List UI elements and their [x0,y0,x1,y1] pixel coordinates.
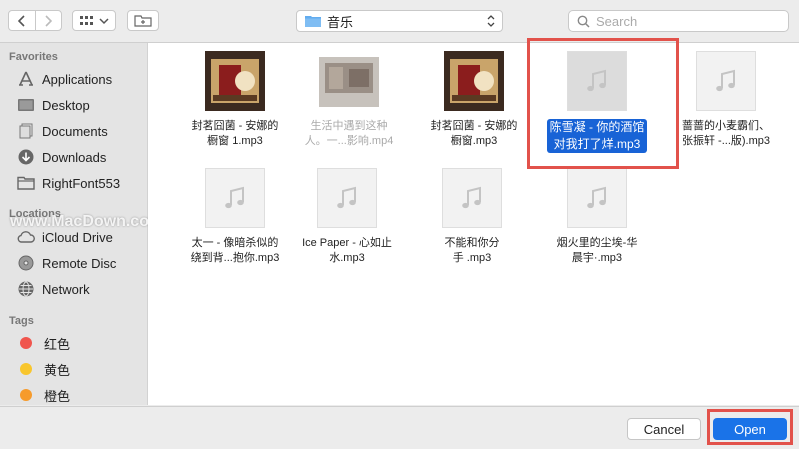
sidebar: Favorites Applications Desktop Documents… [0,43,148,405]
tags-header: Tags [9,315,34,327]
music-note-icon [587,186,606,209]
music-file-thumbnail [317,168,377,228]
cloud-icon [16,229,36,245]
album-art-icon [205,51,265,111]
sidebar-item-downloads[interactable]: Downloads [16,147,106,167]
location-label: 音乐 [327,14,354,30]
chevron-right-icon [45,14,53,27]
footer-bar: Cancel Open [0,406,799,449]
view-mode-button[interactable] [72,10,116,31]
file-name: 生活中遇到这种 人。一...影响.mp4 [304,120,394,147]
sidebar-item-label: 橙色 [44,388,71,404]
file-item[interactable]: 封茗囧菌 - 安娜的 橱窗.mp3 [414,51,534,149]
back-button[interactable] [9,11,35,30]
updown-chevron-icon [487,15,495,27]
music-note-icon [337,186,356,209]
location-popup[interactable]: 音乐 [296,10,503,32]
forward-button[interactable] [34,11,62,30]
documents-icon [16,123,36,139]
file-name: 封茗囧菌 - 安娜的 橱窗.mp3 [430,120,518,147]
favorites-header: Favorites [9,51,58,63]
music-file-thumbnail [567,168,627,228]
search-placeholder: Search [596,13,638,29]
grid-icon [79,15,93,25]
file-browser: 封茗囧菌 - 安娜的 橱窗 1.mp3 生活中遇到这种 人。一...影响.mp4 封… [148,43,799,405]
search-icon [577,15,590,28]
sidebar-item-rightfont553[interactable]: RightFont553 [16,173,120,193]
sidebar-tag-red[interactable]: 红色 [16,333,70,353]
folder-icon [305,16,321,27]
file-item[interactable]: 封茗囧菌 - 安娜的 橱窗 1.mp3 [175,51,295,149]
music-note-icon [225,186,244,209]
folder-icon [16,175,36,191]
yellow-tag-dot [20,363,32,375]
toolbar: 音乐 Search [0,0,799,43]
file-name: 烟火里的尘埃-华 晨宇·.mp3 [556,237,638,264]
file-item[interactable]: 太一 - 像暗杀似的 绕到背...抱你.mp3 [175,168,295,266]
album-art-thumbnail [444,51,504,111]
sidebar-item-remote-disc[interactable]: Remote Disc [16,253,116,273]
search-field[interactable]: Search [568,10,789,32]
album-art-thumbnail [205,51,265,111]
sidebar-item-label: Desktop [42,97,90,113]
sidebar-item-label: Network [42,281,90,297]
music-file-thumbnail [442,168,502,228]
sidebar-item-label: 红色 [44,336,71,352]
file-name: 太一 - 像暗杀似的 绕到背...抱你.mp3 [190,237,280,264]
file-item[interactable]: Ice Paper - 心如止 水.mp3 [287,168,407,266]
file-item[interactable]: 生活中遇到这种 人。一...影响.mp4 [289,51,409,149]
file-item[interactable]: 烟火里的尘埃-华 晨宇·.mp3 [537,168,657,266]
file-name: 不能和你分手 .mp3 [444,237,500,264]
file-name: 蔷蔷的小麦霸们、 张振轩 -...版).mp3 [681,120,770,147]
sidebar-item-label: RightFont553 [42,175,121,191]
file-name: Ice Paper - 心如止 水.mp3 [302,237,392,264]
album-art-icon [444,51,504,111]
sidebar-item-icloud-drive[interactable]: iCloud Drive [16,227,113,247]
downloads-icon [16,149,36,165]
video-thumbnail [319,57,379,107]
music-file-thumbnail [205,168,265,228]
file-item[interactable]: 蔷蔷的小麦霸们、 张振轩 -...版).mp3 [666,51,786,149]
sidebar-item-label: iCloud Drive [42,229,113,245]
locations-header: Locations [9,208,61,220]
sidebar-item-desktop[interactable]: Desktop [16,95,90,115]
desktop-icon [16,97,36,113]
file-item-selected[interactable]: 陈雪凝 - 你的酒馆 对我打了烊.mp3 [537,51,657,153]
orange-tag-dot [20,389,32,401]
back-forward-buttons [8,10,62,31]
sidebar-item-network[interactable]: Network [16,279,90,299]
music-note-icon [462,186,481,209]
new-folder-icon [134,15,152,27]
applications-icon [16,71,36,87]
chevron-down-icon [98,17,109,24]
sidebar-tag-orange[interactable]: 橙色 [16,385,70,405]
file-item[interactable]: 不能和你分手 .mp3 [412,168,532,266]
sidebar-item-label: Remote Disc [42,255,117,271]
disc-icon [16,255,36,271]
sidebar-item-documents[interactable]: Documents [16,121,108,141]
file-name: 陈雪凝 - 你的酒馆 对我打了烊.mp3 [546,119,648,153]
file-name: 封茗囧菌 - 安娜的 橱窗 1.mp3 [191,120,279,147]
open-button[interactable]: Open [713,418,787,440]
music-note-icon [587,69,606,92]
sidebar-item-label: Documents [42,123,108,139]
chevron-left-icon [17,14,25,27]
sidebar-item-label: Applications [42,71,113,87]
music-file-thumbnail [696,51,756,111]
new-folder-button[interactable] [127,10,159,31]
music-note-icon [716,69,735,92]
sidebar-item-label: 黄色 [44,362,71,378]
video-icon [319,57,379,107]
network-icon [16,281,36,297]
cancel-button[interactable]: Cancel [627,418,701,440]
red-tag-dot [20,337,32,349]
sidebar-item-label: Downloads [42,149,107,165]
music-file-thumbnail [567,51,627,111]
sidebar-item-applications[interactable]: Applications [16,69,112,89]
sidebar-tag-yellow[interactable]: 黄色 [16,359,70,379]
